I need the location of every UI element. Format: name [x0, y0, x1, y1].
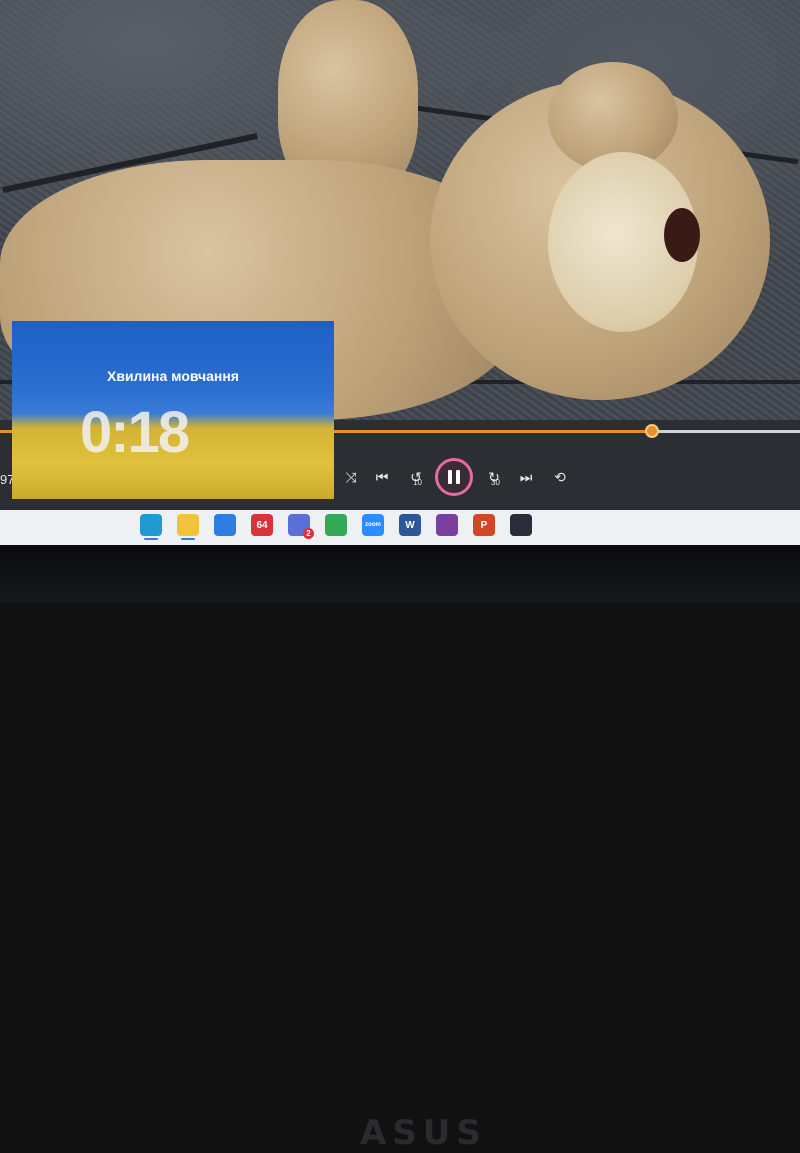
overlay-title: Хвилина мовчання — [107, 368, 239, 384]
edge-icon[interactable] — [140, 514, 162, 536]
winrar-icon[interactable] — [436, 514, 458, 536]
notification-badge: 2 — [303, 528, 314, 539]
countdown-timer: 0:18 — [80, 400, 190, 465]
brand-logo: ASUS — [360, 1113, 487, 1153]
active-app-indicator — [144, 538, 158, 540]
monitor-screen: 978 ⤨ ⏮ ↺ 10 ↻ 30 ⏭ ⟲ Хвилина мовчання 0:1… — [0, 0, 800, 545]
chrome-icon[interactable] — [325, 514, 347, 536]
word-icon[interactable]: W — [399, 514, 421, 536]
active-app-indicator — [181, 538, 195, 540]
mail-icon[interactable] — [214, 514, 236, 536]
rewind-10-icon[interactable]: ↺ 10 — [403, 465, 429, 489]
previous-icon[interactable]: ⏮ — [369, 465, 395, 489]
teddy-bear-nose — [664, 208, 700, 262]
repeat-icon[interactable]: ⟲ — [547, 465, 573, 489]
next-icon[interactable]: ⏭ — [513, 465, 539, 489]
contacts-badge-icon[interactable]: 2 — [288, 514, 314, 539]
shuffle-icon[interactable]: ⤨ — [338, 465, 364, 489]
zoom-icon[interactable]: zoom — [362, 514, 384, 536]
file-explorer-icon[interactable] — [177, 514, 199, 536]
media-player-icon[interactable] — [510, 514, 532, 536]
pause-icon — [448, 470, 452, 484]
laptop-bezel: ASUS — [0, 545, 800, 1153]
app-64-icon[interactable]: 64 — [251, 514, 273, 536]
minute-of-silence-overlay: Хвилина мовчання 0:18 — [12, 321, 334, 499]
seek-bar-thumb[interactable] — [645, 424, 659, 438]
pause-button[interactable] — [435, 458, 473, 496]
powerpoint-icon[interactable]: P — [473, 514, 495, 536]
forward-30-icon[interactable]: ↻ 30 — [481, 465, 507, 489]
